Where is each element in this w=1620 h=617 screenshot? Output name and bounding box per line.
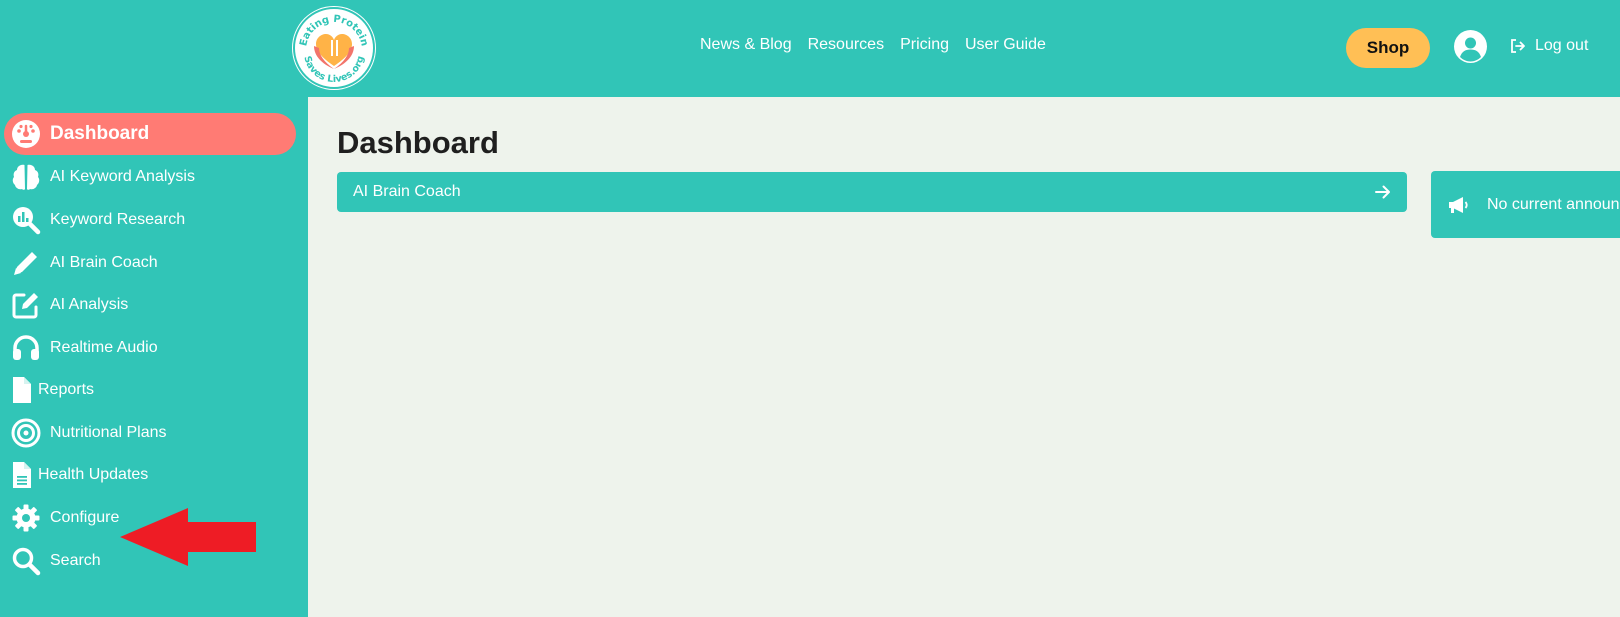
- sidebar-item-dashboard[interactable]: Dashboard: [4, 113, 296, 155]
- sidebar-item-realtime-audio[interactable]: Realtime Audio: [4, 327, 296, 369]
- sidebar-item-keyword-research[interactable]: Keyword Research: [4, 199, 296, 241]
- search-icon: [10, 545, 42, 577]
- edit-square-icon: [10, 289, 42, 321]
- gauge-icon: [10, 118, 42, 150]
- shop-button[interactable]: Shop: [1346, 28, 1430, 68]
- coach-card-label: AI Brain Coach: [353, 183, 461, 200]
- sidebar-item-label: AI Keyword Analysis: [50, 168, 195, 185]
- pencil-icon: [10, 247, 42, 279]
- sidebar-item-reports[interactable]: Reports: [4, 369, 296, 411]
- sidebar-item-label: Realtime Audio: [50, 339, 158, 356]
- nav-news-blog[interactable]: News & Blog: [700, 36, 792, 54]
- user-avatar-icon[interactable]: [1454, 30, 1487, 63]
- sidebar-item-label: Reports: [38, 381, 95, 398]
- target-icon: [10, 417, 42, 449]
- sidebar-item-label: AI Analysis: [50, 296, 129, 313]
- megaphone-icon: [1449, 196, 1468, 213]
- sidebar-item-label: Health Updates: [38, 466, 149, 483]
- nav-user-guide[interactable]: User Guide: [965, 36, 1046, 54]
- arrow-right-icon: [1375, 185, 1390, 199]
- annotation-arrow: [120, 508, 256, 566]
- file-text-icon: [10, 459, 34, 491]
- sidebar-item-label: Nutritional Plans: [50, 424, 167, 441]
- top-bar: Eating Protein Saves Lives.org News & Bl…: [0, 0, 1620, 97]
- sidebar-item-label: Configure: [50, 509, 120, 526]
- brain-icon: [10, 161, 42, 193]
- sidebar-item-label: AI Brain Coach: [50, 254, 158, 271]
- sidebar-item-label: Keyword Research: [50, 211, 186, 228]
- sidebar-item-label: Search: [50, 552, 101, 569]
- nav-resources[interactable]: Resources: [808, 36, 884, 54]
- sidebar-item-ai-brain-coach[interactable]: AI Brain Coach: [4, 242, 296, 284]
- main-nav: News & Blog Resources Pricing User Guide: [700, 36, 1046, 54]
- announcement-panel: No current announ: [1431, 171, 1620, 238]
- nav-pricing[interactable]: Pricing: [900, 36, 949, 54]
- page-title: Dashboard: [337, 125, 499, 160]
- logout-label: Log out: [1535, 37, 1589, 54]
- announcement-text: No current announ: [1487, 195, 1620, 213]
- search-chart-icon: [10, 204, 42, 236]
- sidebar-item-ai-analysis[interactable]: AI Analysis: [4, 284, 296, 326]
- headphones-icon: [10, 332, 42, 364]
- logo-graphic: Eating Protein Saves Lives.org: [293, 7, 375, 89]
- file-icon: [10, 374, 34, 406]
- logout-icon: [1511, 39, 1525, 53]
- site-logo[interactable]: Eating Protein Saves Lives.org: [292, 6, 376, 90]
- ai-brain-coach-card[interactable]: AI Brain Coach: [337, 172, 1407, 212]
- gear-icon: [10, 502, 42, 534]
- sidebar-item-label: Dashboard: [50, 123, 150, 144]
- sidebar-item-health-updates[interactable]: Health Updates: [4, 454, 296, 496]
- sidebar-item-nutritional-plans[interactable]: Nutritional Plans: [4, 412, 296, 454]
- logout-link[interactable]: Log out: [1510, 37, 1588, 55]
- sidebar-item-ai-keyword-analysis[interactable]: AI Keyword Analysis: [4, 156, 296, 198]
